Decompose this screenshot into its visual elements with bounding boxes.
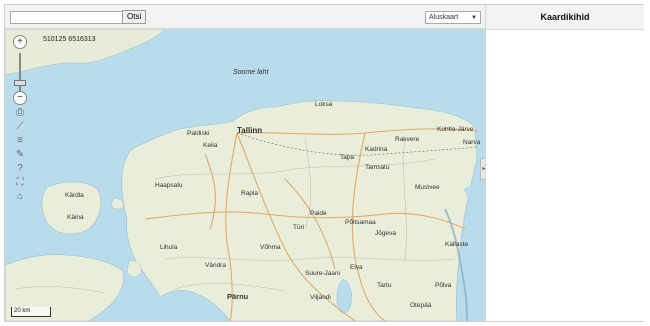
place-label: Käina: [67, 214, 84, 221]
place-label: Otepää: [410, 302, 432, 309]
chevron-down-icon: ▼: [471, 15, 477, 21]
place-label: Rakvere: [395, 136, 420, 143]
fullscreen-icon: ⛶: [16, 177, 24, 188]
basemap-select-value: Aluskaart: [429, 14, 459, 21]
place-label: Jõgeva: [375, 230, 396, 237]
place-label: Pärnu: [227, 292, 249, 301]
zoom-out-button[interactable]: −: [13, 91, 27, 105]
basemap-select[interactable]: Aluskaart ▼: [425, 11, 481, 24]
measure-area-button[interactable]: ✎: [13, 149, 27, 161]
place-label: Kadrina: [365, 146, 388, 153]
zoom-out-icon: −: [17, 92, 23, 103]
map-canvas[interactable]: Soome laht Tallinn Loksa Keila Paldiski …: [5, 29, 485, 321]
help-icon: ?: [17, 163, 23, 174]
home-icon: ⌂: [16, 191, 24, 202]
place-label: Võhma: [260, 244, 281, 251]
place-label: Põltsamaa: [345, 219, 376, 226]
map-svg: Soome laht Tallinn Loksa Keila Paldiski …: [5, 29, 485, 321]
measure-line-button[interactable]: ⟋: [13, 121, 27, 133]
search-button[interactable]: Otsi: [122, 10, 147, 24]
place-label: Paide: [310, 210, 327, 217]
print-icon: ⎙: [16, 107, 24, 118]
place-label: Tartu: [377, 282, 392, 289]
place-label: Mustvee: [415, 184, 440, 191]
coordinate-readout: 510125 6516313: [43, 36, 96, 43]
place-label: Paldiski: [187, 130, 209, 137]
sidebar-title: Kaardikihid: [486, 5, 644, 30]
place-label: Rapla: [241, 190, 258, 197]
place-label: Loksa: [315, 101, 333, 108]
place-label: Lihula: [160, 244, 178, 251]
sea-label: Soome laht: [233, 69, 269, 76]
place-label: Türi: [293, 224, 304, 231]
place-label: Kärdla: [65, 192, 84, 199]
place-label: Viljandi: [310, 294, 331, 301]
hiiumaa-island: [41, 181, 102, 235]
place-label: Suure-Jaani: [305, 270, 340, 277]
zoom-slider-handle[interactable]: [14, 80, 26, 86]
scale-bar: 20 km: [11, 307, 51, 317]
home-button[interactable]: ⌂: [13, 191, 27, 203]
help-button[interactable]: ?: [13, 163, 27, 175]
place-label: Põlva: [435, 282, 452, 289]
place-label: Kallaste: [445, 241, 469, 248]
layers-sidebar: Kaardikihid: [485, 5, 644, 321]
place-label: Keila: [203, 142, 218, 149]
place-label: Tamsalu: [365, 164, 390, 171]
vormsi-island: [110, 198, 124, 210]
zoom-in-icon: +: [17, 36, 23, 47]
layers-button[interactable]: ≡: [13, 135, 27, 147]
place-label: Kohtla-Järve: [437, 126, 474, 133]
zoom-slider-track[interactable]: [19, 53, 21, 93]
place-label: Elva: [350, 264, 363, 271]
place-label: Vändra: [205, 262, 226, 269]
measure-area-icon: ✎: [15, 149, 25, 160]
place-label: Tapa: [340, 154, 354, 161]
app-frame: Otsi Aluskaart ▼ Soome laht Tallinn Loks…: [4, 4, 644, 322]
zoom-in-button[interactable]: +: [13, 35, 27, 49]
print-button[interactable]: ⎙: [13, 107, 27, 119]
place-label: Haapsalu: [155, 182, 183, 189]
fullscreen-button[interactable]: ⛶: [13, 177, 27, 189]
layers-icon: ≡: [17, 135, 23, 146]
measure-line-icon: ⟋: [16, 121, 24, 132]
place-label: Narva: [463, 139, 481, 146]
map-toolbar: Otsi Aluskaart ▼: [5, 5, 485, 29]
search-input[interactable]: [10, 11, 124, 24]
place-label: Tallinn: [237, 126, 262, 135]
